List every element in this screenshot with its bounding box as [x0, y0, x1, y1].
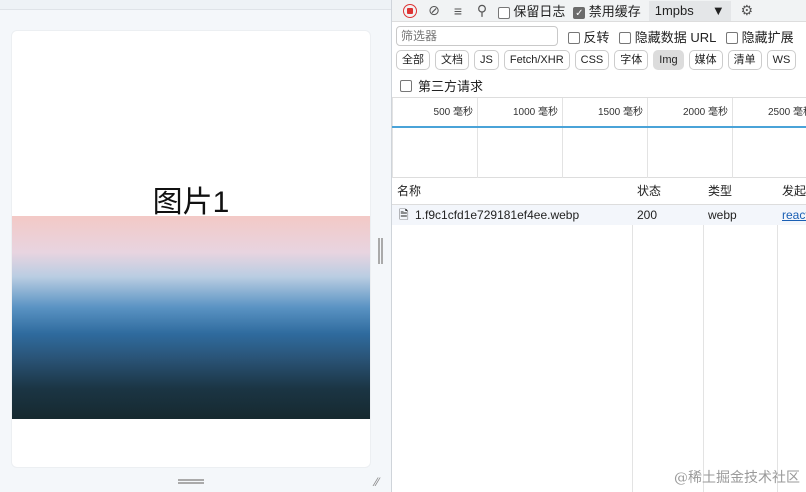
hide-extension-checkbox[interactable]: 隐藏扩展: [726, 27, 794, 46]
type-img[interactable]: Img: [653, 50, 684, 70]
resize-corner-icon[interactable]: ⁄⁄: [375, 475, 379, 489]
timeline-tick: 1000 毫秒: [477, 98, 562, 178]
table-header[interactable]: 名称 状态 类型 发起: [392, 178, 806, 205]
search-icon[interactable]: ⚲: [474, 2, 490, 19]
type-all[interactable]: 全部: [396, 50, 430, 70]
network-conditions-icon[interactable]: ⚙: [739, 2, 755, 19]
vertical-resize-handle[interactable]: [178, 479, 204, 484]
timeline-tick: 2000 毫秒: [647, 98, 732, 178]
preview-topbar: [0, 0, 391, 10]
dropdown-arrow-icon: ▼: [711, 2, 725, 18]
type-font[interactable]: 字体: [614, 50, 649, 70]
type-filters: 全部 文档 JS Fetch/XHR CSS 字体 Img 媒体 清单 WS: [396, 50, 797, 70]
network-toolbar: ⊘ ≡ ⚲ 保留日志 ✓ 禁用缓存 1mpbs ▼ ⚙: [392, 0, 806, 22]
page-preview: 图片1 ⁄⁄: [0, 0, 391, 492]
timeline-bar: [392, 126, 806, 128]
type-doc[interactable]: 文档: [435, 50, 469, 70]
third-party-checkbox[interactable]: 第三方请求: [400, 76, 483, 95]
page-title: 图片1: [152, 186, 230, 219]
file-icon: 🗎: [399, 208, 409, 222]
watermark: @稀土掘金技术社区: [674, 470, 800, 486]
record-icon[interactable]: [402, 3, 418, 19]
timeline-tick: 2500 毫秒: [732, 98, 806, 178]
disable-cache-checkbox[interactable]: ✓ 禁用缓存: [573, 1, 641, 20]
filter-input[interactable]: [396, 26, 558, 46]
clear-icon[interactable]: ⊘: [426, 2, 442, 19]
type-fetch-xhr[interactable]: Fetch/XHR: [503, 50, 570, 70]
initiator-link[interactable]: react: [777, 205, 806, 225]
timeline-overview[interactable]: 500 毫秒 1000 毫秒 1500 毫秒 2000 毫秒 2500 毫秒: [392, 97, 806, 178]
type-media[interactable]: 媒体: [688, 50, 723, 70]
table-row[interactable]: 🗎 1.f9c1cfd1e729181ef4ee.webp 200 webp r…: [392, 205, 806, 225]
hide-data-url-checkbox[interactable]: 隐藏数据 URL: [619, 27, 716, 46]
invert-checkbox[interactable]: 反转: [568, 27, 609, 46]
type-js[interactable]: JS: [474, 50, 499, 70]
mountain-image: [12, 216, 370, 419]
requests-table: 名称 状态 类型 发起 🗎 1.f9c1cfd1e729181ef4ee.web…: [392, 178, 806, 492]
network-panel: ⊘ ≡ ⚲ 保留日志 ✓ 禁用缓存 1mpbs▼ ⚙ 反转 隐藏数据 URL 隐…: [392, 0, 806, 492]
type-manifest[interactable]: 清单: [727, 50, 762, 70]
type-ws[interactable]: WS: [766, 50, 797, 70]
type-css[interactable]: CSS: [574, 50, 610, 70]
image-card: 图片1: [11, 30, 371, 468]
panel-resize-handle[interactable]: [378, 238, 383, 264]
timeline-tick: 500 毫秒: [392, 98, 477, 178]
timeline-tick: 1500 毫秒: [562, 98, 647, 178]
filter-icon[interactable]: ≡: [450, 3, 466, 19]
throttle-select[interactable]: 1mpbs ▼: [648, 0, 731, 21]
preserve-log-checkbox[interactable]: 保留日志: [498, 1, 565, 20]
